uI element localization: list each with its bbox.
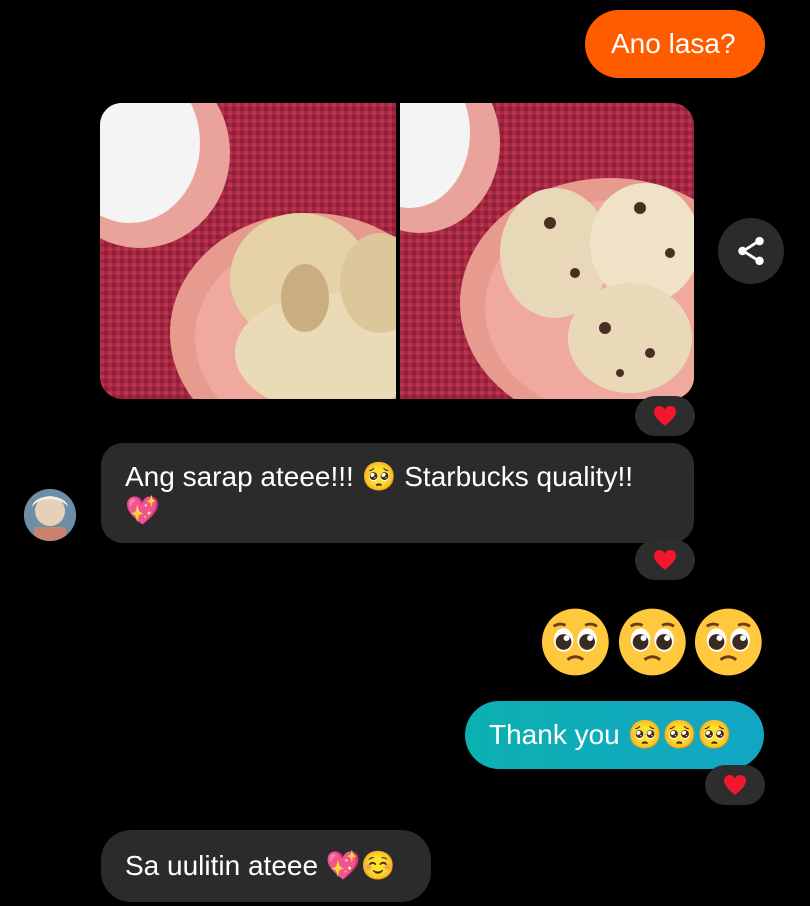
message-bubble-outgoing[interactable]: Ano lasa? [585,10,765,78]
share-button[interactable] [718,218,784,284]
emoji-message[interactable] [540,606,764,678]
pleading-face-icon [618,608,686,676]
reaction-badge[interactable] [635,540,695,580]
message-bubble-incoming[interactable]: Sa uulitin ateee 💖☺️ [101,830,431,902]
chocolate-chip-cookies-photo[interactable] [400,103,694,399]
share-icon [738,236,764,266]
heart-icon [654,406,676,426]
reaction-badge[interactable] [635,396,695,436]
contact-avatar[interactable] [24,489,76,541]
message-bubble-outgoing[interactable]: Thank you 🥺🥺🥺 [465,701,764,769]
message-text: Thank you 🥺🥺🥺 [489,719,733,750]
message-text: Sa uulitin ateee 💖☺️ [125,850,396,881]
pleading-face-icon [541,608,609,676]
heart-icon [654,550,676,570]
message-bubble-incoming[interactable]: Ang sarap ateee!!! 🥺 Starbucks quality!!… [101,443,694,543]
oatmeal-cookies-photo[interactable] [100,103,396,399]
heart-icon [724,775,746,795]
pleading-face-icon [695,608,763,676]
message-text: Ang sarap ateee!!! 🥺 Starbucks quality!!… [125,461,634,526]
reaction-badge[interactable] [705,765,765,805]
message-text: Ano lasa? [611,28,736,59]
